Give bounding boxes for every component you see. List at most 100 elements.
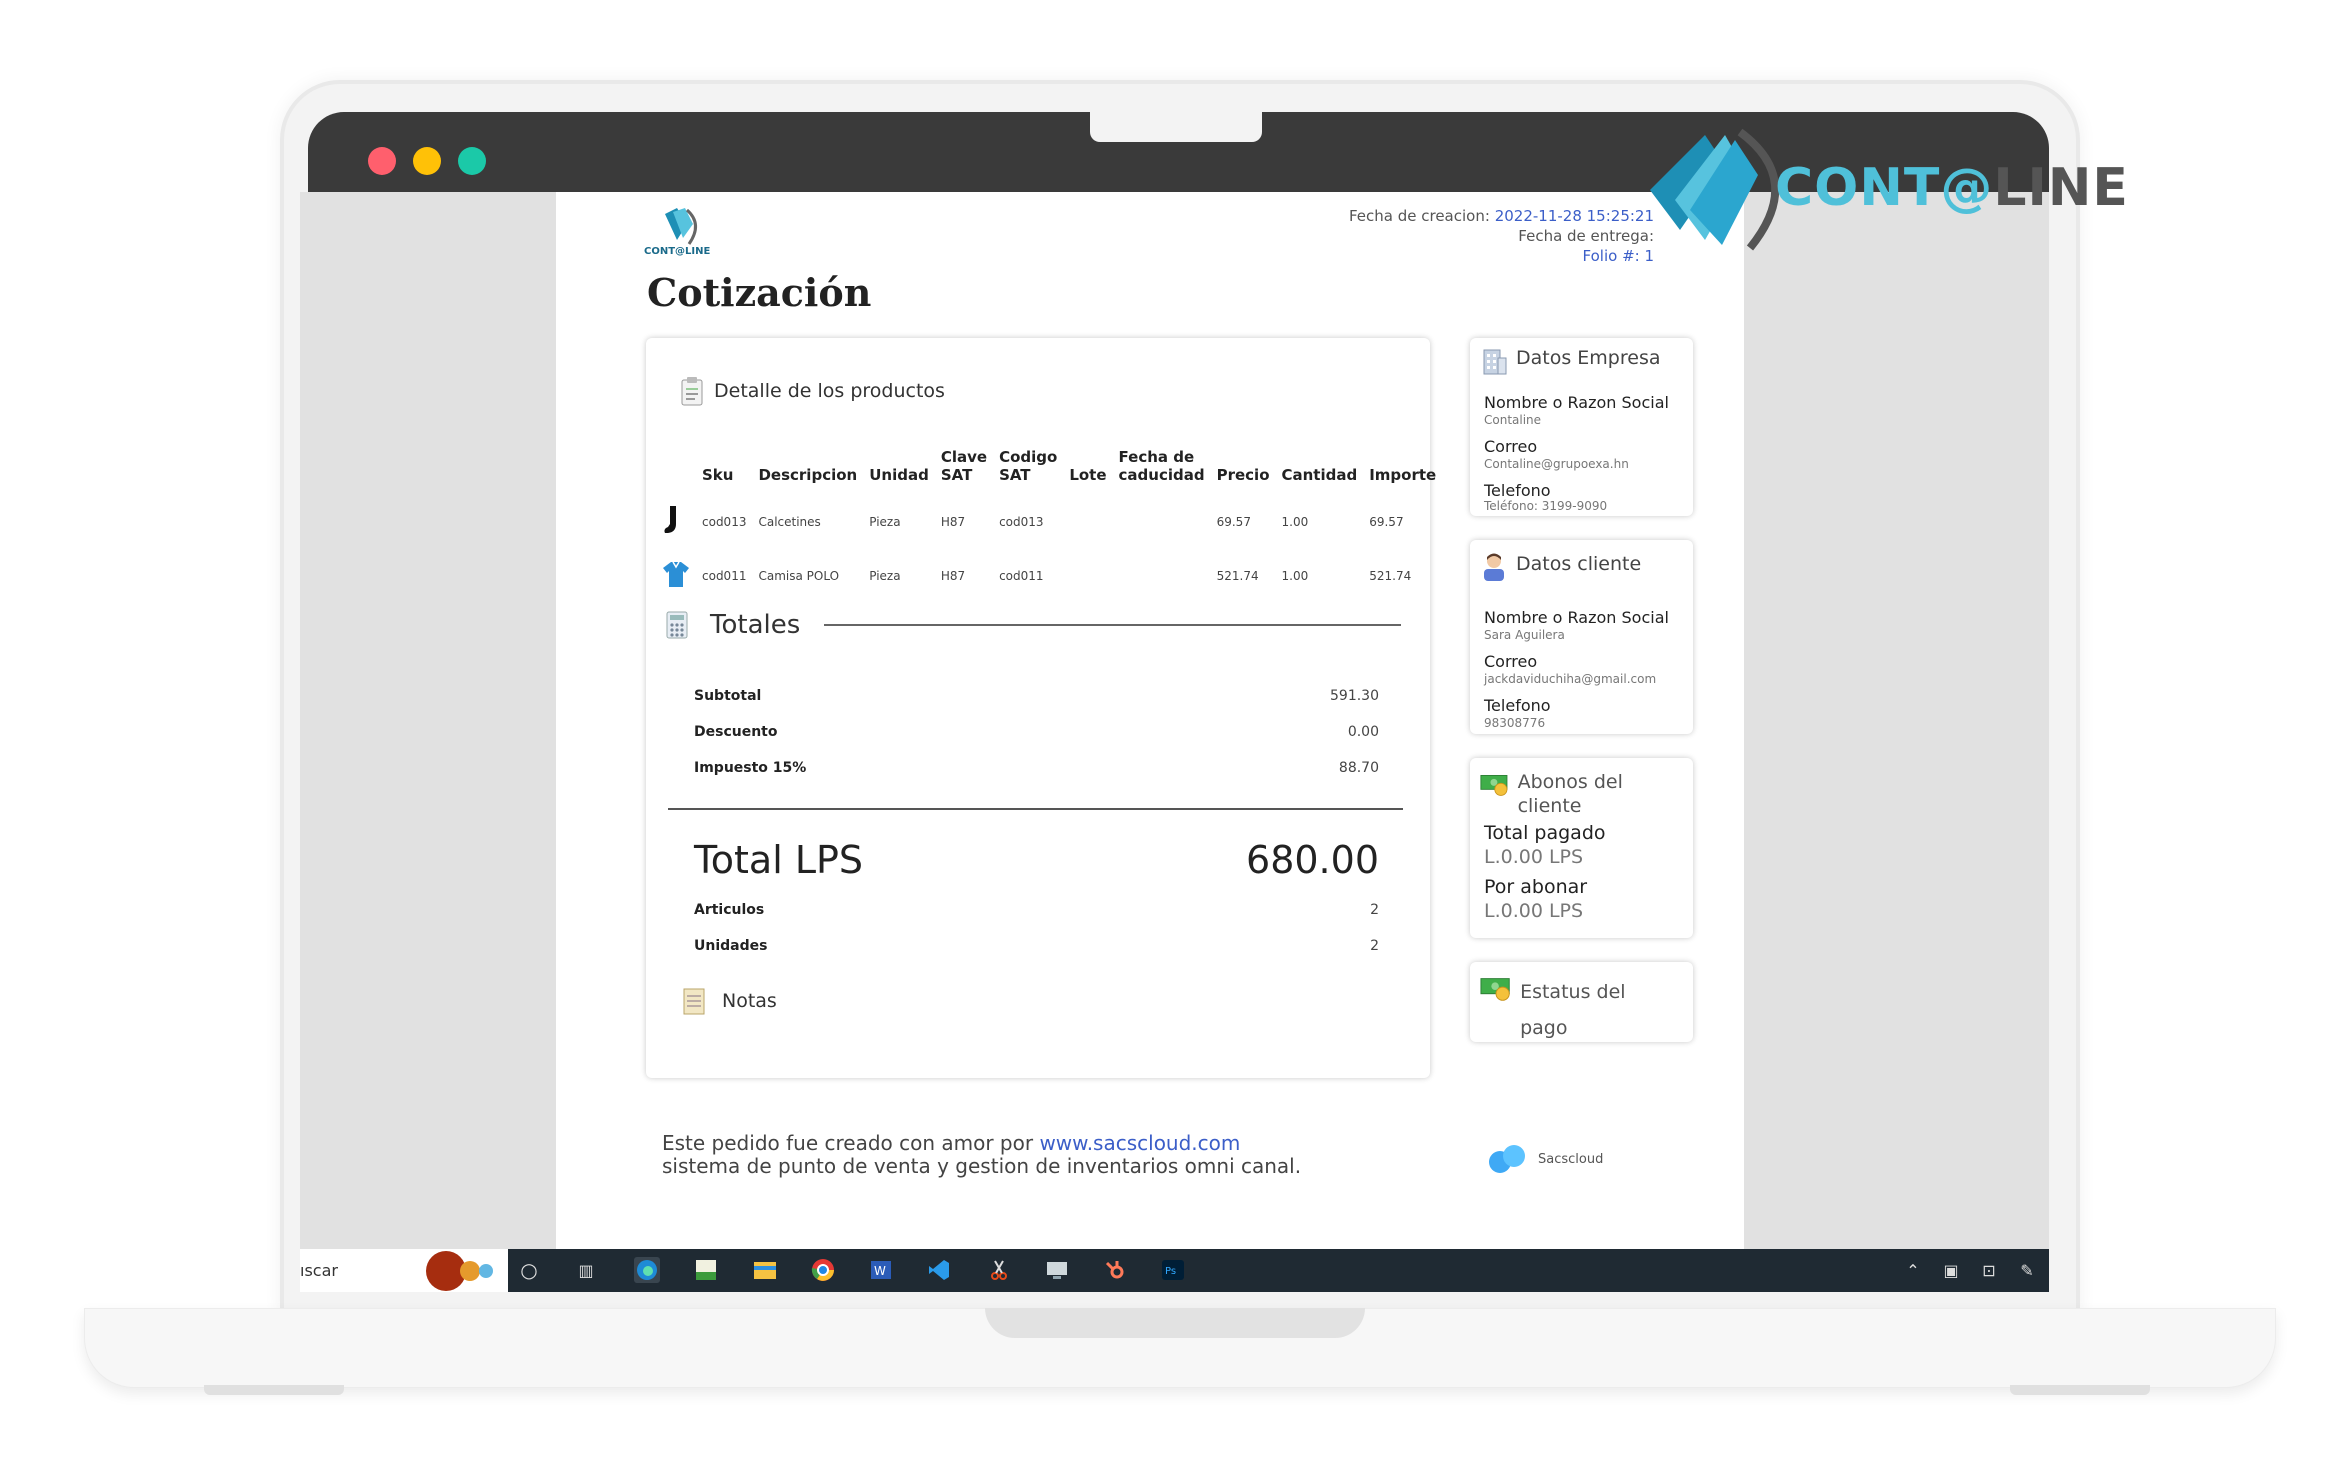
product-image-cell	[656, 549, 696, 602]
small-logo-text: CONT@LINE	[644, 246, 711, 257]
clave-sat-cell: H87	[940, 514, 966, 529]
amount-cell: 521.74	[1369, 568, 1412, 583]
company-card-title: Datos Empresa	[1516, 347, 1661, 369]
camera-notch	[1090, 112, 1262, 142]
totals-header: Totales	[666, 610, 1401, 640]
clave-sat-cell: H87	[940, 568, 966, 583]
clipboard-icon	[681, 377, 703, 406]
products-header: Detalle de los productos	[680, 376, 945, 406]
network-icon[interactable]: ⊡	[1976, 1257, 2002, 1283]
sacscloud-logo: Sacscloud	[1486, 1142, 1603, 1176]
column-header: Lote	[1069, 466, 1107, 484]
discount-value: 0.00	[1347, 724, 1379, 740]
discount-label: Descuento	[694, 724, 778, 740]
laptop-foot-right	[2010, 1385, 2150, 1395]
chrome-icon[interactable]	[810, 1257, 836, 1283]
cortana-icon[interactable]: ○	[516, 1257, 542, 1283]
column-header: Codigo SAT	[999, 448, 1058, 484]
tax-row: Impuesto 15% 88.70	[694, 760, 1379, 776]
building-icon	[1483, 349, 1507, 375]
maximize-dot[interactable]	[458, 147, 486, 175]
sacscloud-link[interactable]: www.sacscloud.com	[1039, 1131, 1240, 1155]
total-divider	[668, 808, 1403, 810]
taskbar-search[interactable]: ıscar	[300, 1249, 508, 1292]
company-email-value: Contaline@grupoexa.hn	[1484, 457, 1629, 471]
taskbar: ıscar ○ ▥ W Ps ⌃ ▣ ⊡ ✎	[300, 1249, 2049, 1292]
vscode-icon[interactable]	[926, 1257, 952, 1283]
device-icon[interactable]: ▣	[1938, 1257, 1964, 1283]
lote-cell	[1063, 549, 1112, 602]
payment-status-card: Estatus del pago	[1470, 962, 1693, 1042]
page-title: Cotización	[647, 270, 872, 315]
brand-wordmark: CONT@LINE	[1775, 158, 2129, 218]
snipping-tool-icon[interactable]	[986, 1257, 1012, 1283]
company-name-label: Nombre o Razon Social	[1484, 393, 1669, 412]
calculator-icon	[666, 611, 688, 639]
column-header: Unidad	[869, 466, 929, 484]
client-phone-label: Telefono	[1484, 696, 1551, 715]
media-app-icon[interactable]	[693, 1257, 719, 1283]
chevron-up-icon[interactable]: ⌃	[1900, 1257, 1926, 1283]
client-name-label: Nombre o Razon Social	[1484, 608, 1669, 627]
articles-row: Articulos 2	[694, 902, 1379, 918]
svg-text:Ps: Ps	[1165, 1266, 1176, 1277]
sku-cell: cod011	[702, 568, 747, 583]
total-paid-label: Total pagado	[1484, 822, 1606, 844]
company-card-header: Datos Empresa	[1480, 346, 1661, 376]
client-card-title: Datos cliente	[1516, 553, 1642, 575]
total-value: 680.00	[1246, 838, 1379, 882]
product-image-cell	[656, 494, 696, 549]
column-header: Precio	[1216, 466, 1270, 484]
laptop-base-notch	[985, 1308, 1365, 1338]
articles-value: 2	[1370, 902, 1379, 918]
minimize-dot[interactable]	[413, 147, 441, 175]
column-header: Descripcion	[758, 466, 858, 484]
planets-icon	[426, 1251, 493, 1291]
client-phone-value: 98308776	[1484, 716, 1546, 730]
document-meta: Fecha de creacion: 2022-11-28 15:25:21 F…	[1349, 206, 1654, 266]
column-header: Cantidad	[1281, 466, 1358, 484]
photoshop-icon[interactable]: Ps	[1160, 1257, 1186, 1283]
file-explorer-icon[interactable]	[752, 1257, 778, 1283]
delivery-label: Fecha de entrega:	[1518, 227, 1654, 245]
subtotal-row: Subtotal 591.30	[694, 688, 1379, 704]
status-card-title: Estatus del pago	[1520, 981, 1626, 1039]
company-phone-label: Telefono	[1484, 481, 1551, 500]
pen-icon[interactable]: ✎	[2014, 1257, 2040, 1283]
table-row[interactable]: cod011 Camisa POLO Pieza H87 cod011 521.…	[656, 549, 1442, 602]
subtotal-value: 591.30	[1330, 688, 1379, 704]
sku-cell: cod013	[702, 514, 747, 529]
user-icon	[1484, 553, 1504, 581]
sock-icon	[664, 506, 676, 533]
sacscloud-text: Sacscloud	[1538, 1151, 1604, 1167]
quote-document: CONT@LINE Cotización Fecha de creacion: …	[556, 192, 1744, 1249]
close-dot[interactable]	[368, 147, 396, 175]
client-email-label: Correo	[1484, 652, 1538, 671]
table-row[interactable]: cod013 Calcetines Pieza H87 cod013 69.57…	[656, 494, 1442, 549]
payments-card-title: Abonos del cliente	[1517, 771, 1623, 817]
price-cell: 521.74	[1216, 568, 1259, 583]
client-card-header: Datos cliente	[1480, 552, 1641, 582]
column-header: Fecha de caducidad	[1118, 448, 1205, 484]
edge-icon[interactable]	[634, 1257, 660, 1283]
quantity-cell: 1.00	[1281, 568, 1309, 583]
screen: CONT@LINE Cotización Fecha de creacion: …	[300, 192, 2049, 1292]
tax-value: 88.70	[1338, 760, 1379, 776]
footer-line2: sistema de punto de venta y gestion de i…	[662, 1154, 1302, 1178]
remote-desktop-icon[interactable]	[1044, 1257, 1070, 1283]
units-row: Unidades 2	[694, 938, 1379, 954]
hubspot-icon[interactable]	[1102, 1257, 1128, 1283]
unit-cell: Pieza	[869, 568, 901, 583]
image-column-header	[656, 448, 696, 494]
notes-label: Notas	[722, 990, 777, 1012]
totals-title: Totales	[710, 610, 801, 640]
task-view-icon[interactable]: ▥	[573, 1257, 599, 1283]
brand-part1: CONT@	[1775, 158, 1994, 218]
total-paid-value: L.0.00 LPS	[1484, 846, 1584, 868]
column-header: Clave SAT	[940, 448, 988, 484]
total-row: Total LPS 680.00	[694, 838, 1379, 882]
creation-label: Fecha de creacion:	[1348, 207, 1490, 225]
pending-value: L.0.00 LPS	[1484, 900, 1584, 922]
table-header-row: Sku Descripcion Unidad Clave SAT Codigo …	[656, 448, 1442, 494]
word-icon[interactable]: W	[868, 1257, 894, 1283]
